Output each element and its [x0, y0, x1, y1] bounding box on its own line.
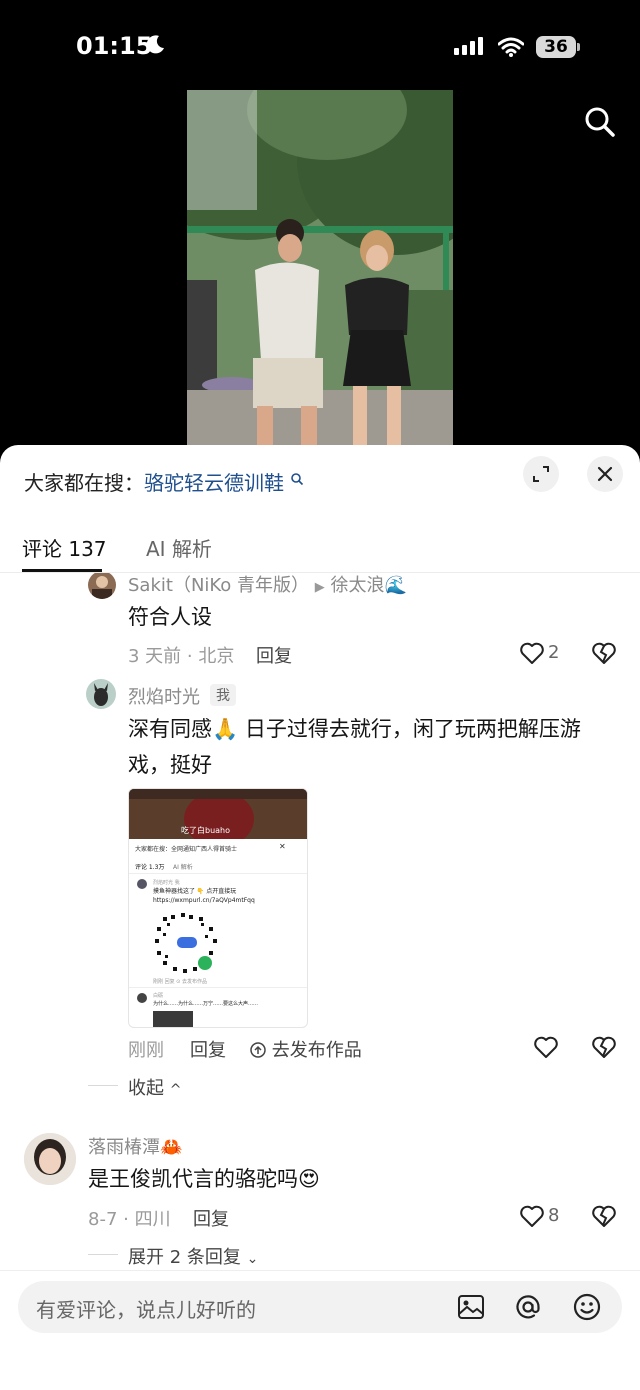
- heart-icon[interactable]: [519, 1204, 545, 1228]
- expand-icon: [533, 466, 549, 482]
- attachment-search-line: 大家都在搜：全网通知广西人得首骑士: [135, 846, 238, 853]
- attachment-text: 摸鱼神器找这了 👇 点开直接玩 https://wxmpurl.cn/7aQVp…: [153, 888, 255, 904]
- comment-text: 深有同感🙏 日子过得去就行，闲了玩两把解压游戏，挺好: [128, 717, 581, 777]
- active-tab-indicator: [22, 569, 102, 572]
- video-player[interactable]: [187, 90, 453, 446]
- like-count: 2: [548, 642, 560, 663]
- search-icon[interactable]: [582, 104, 618, 140]
- moon-icon: [146, 35, 164, 54]
- comment-text: 是王俊凯代言的骆驼吗😍: [88, 1167, 320, 1191]
- expand-button[interactable]: [523, 456, 559, 492]
- publish-work-button[interactable]: 去发布作品: [250, 1036, 362, 1062]
- search-small-icon: [291, 473, 304, 486]
- reply-button[interactable]: 回复: [256, 642, 292, 668]
- avatar[interactable]: [86, 679, 116, 709]
- chevron-down-icon: ⌄: [246, 1251, 259, 1267]
- image-icon[interactable]: [456, 1292, 486, 1322]
- reply-button[interactable]: 回复: [193, 1205, 229, 1231]
- wifi-icon: [498, 37, 524, 57]
- reply-button[interactable]: 回复: [190, 1036, 226, 1062]
- status-bar: 01:15 36: [0, 0, 640, 90]
- tab-comments[interactable]: 评论 137: [22, 533, 107, 562]
- comment-input[interactable]: 有爱评论，说点儿好听的: [18, 1281, 622, 1333]
- tab-ai-analysis[interactable]: AI 解析: [146, 533, 212, 562]
- attachment-close-icon: ✕: [279, 842, 286, 851]
- comment-meta: 刚刚: [128, 1040, 164, 1061]
- comment-meta: 8-7 · 四川: [88, 1209, 171, 1230]
- attachment-video-frame: 吃了白buaho: [129, 789, 307, 847]
- battery-icon: 36: [536, 36, 580, 58]
- trending-search[interactable]: 大家都在搜：骆驼轻云德训鞋: [24, 467, 304, 496]
- qr-code-icon: [155, 913, 217, 973]
- comment-username[interactable]: Sakit（NiKo 青年版） ▶ 徐太浪🌊: [128, 573, 407, 597]
- comment-sheet: 大家都在搜：骆驼轻云德训鞋 评论 137 AI 解析 Sakit（NiKo 青年…: [0, 445, 640, 1390]
- trending-search-keyword[interactable]: 骆驼轻云德训鞋: [144, 471, 284, 495]
- expand-replies-button[interactable]: 展开 2 条回复 ⌄: [128, 1243, 258, 1269]
- attachment-text-2: 为什么……为什么……万宁……要这么大声……: [153, 1001, 259, 1007]
- broken-heart-icon[interactable]: [591, 1035, 617, 1059]
- avatar[interactable]: [88, 573, 116, 599]
- comment-meta: 3 天前 · 北京: [128, 646, 235, 667]
- close-icon: [597, 466, 613, 482]
- emoji-icon[interactable]: [572, 1292, 602, 1322]
- comment-text: 符合人设: [128, 605, 212, 629]
- attachment-username-2: 白砺: [153, 993, 164, 999]
- expand-divider: [88, 1254, 118, 1255]
- attachment-tab-ai: AI 解析: [173, 864, 193, 871]
- collapse-replies-button[interactable]: 收起 ^: [128, 1074, 181, 1100]
- comment-input-bar: 有爱评论，说点儿好听的: [0, 1270, 640, 1390]
- comment-tabs: 评论 137 AI 解析: [0, 515, 640, 573]
- self-badge: 我: [210, 684, 236, 706]
- battery-level: 36: [544, 37, 568, 57]
- like-count: 8: [548, 1205, 560, 1226]
- cellular-signal-icon: [454, 37, 483, 55]
- comment-input-placeholder: 有爱评论，说点儿好听的: [36, 1298, 256, 1322]
- close-button[interactable]: [587, 456, 623, 492]
- upload-circle-icon: [250, 1042, 266, 1058]
- trending-search-prefix: 大家都在搜：: [24, 471, 144, 495]
- comment-username[interactable]: 烈焰时光: [128, 683, 200, 709]
- comment-list[interactable]: Sakit（NiKo 青年版） ▶ 徐太浪🌊 符合人设 3 天前 · 北京 回复…: [0, 573, 640, 1270]
- attachment-tab-comments: 评论 1.3万: [135, 864, 165, 871]
- collapse-divider: [88, 1085, 118, 1086]
- heart-icon[interactable]: [533, 1035, 559, 1059]
- mention-icon[interactable]: [513, 1292, 543, 1322]
- reply-arrow-icon: ▶: [314, 580, 325, 595]
- broken-heart-icon[interactable]: [591, 641, 617, 665]
- avatar[interactable]: [24, 1133, 76, 1185]
- attachment-username: 烈焰时光 我: [153, 880, 180, 886]
- attachment-caption: 吃了白buaho: [181, 826, 231, 835]
- heart-icon[interactable]: [519, 641, 545, 665]
- attachment-meta: 刚刚 回复 ⊙ 去发布作品: [153, 979, 207, 985]
- comment-image-attachment[interactable]: 吃了白buaho 大家都在搜：全网通知广西人得首骑士 ✕ 评论 1.3万 AI …: [128, 788, 308, 1028]
- comment-username[interactable]: 落雨椿潭🦀: [88, 1133, 182, 1159]
- video-frame: [187, 90, 453, 446]
- reply-to-username[interactable]: 徐太浪🌊: [331, 575, 407, 596]
- status-time: 01:15: [76, 32, 153, 60]
- chevron-up-icon: ^: [169, 1082, 182, 1098]
- broken-heart-icon[interactable]: [591, 1204, 617, 1228]
